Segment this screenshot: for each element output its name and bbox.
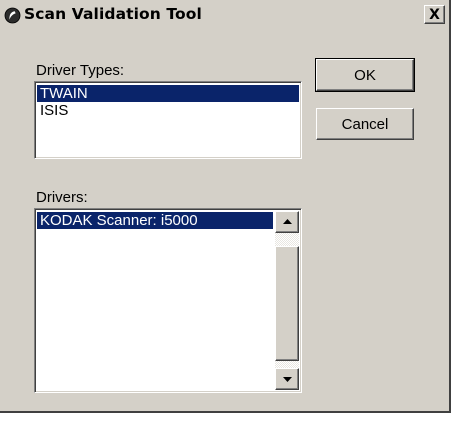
scroll-thumb[interactable] [275, 246, 299, 361]
window-title: Scan Validation Tool [24, 5, 202, 23]
title-bar[interactable]: Scan Validation Tool X [0, 0, 449, 30]
close-icon: X [429, 6, 440, 23]
cancel-button[interactable]: Cancel [316, 108, 414, 140]
scan-validation-dialog: Scan Validation Tool X Driver Types: TWA… [0, 0, 451, 413]
drivers-items: KODAK Scanner: i5000 [35, 209, 301, 229]
scroll-down-button[interactable] [275, 368, 299, 390]
drivers-scrollbar[interactable] [275, 211, 299, 390]
app-logo-icon [4, 7, 21, 24]
ok-button-label: OK [354, 66, 376, 84]
list-item-isis[interactable]: ISIS [37, 102, 299, 119]
arrow-up-icon [282, 219, 292, 224]
close-button[interactable]: X [424, 5, 445, 24]
list-item-twain[interactable]: TWAIN [37, 85, 299, 102]
arrow-down-icon [282, 377, 292, 382]
cancel-button-label: Cancel [341, 115, 389, 133]
ok-button[interactable]: OK [315, 58, 415, 92]
scroll-up-button[interactable] [275, 211, 299, 233]
drivers-listbox[interactable]: KODAK Scanner: i5000 [34, 208, 302, 393]
driver-types-items: TWAIN ISIS [35, 82, 301, 119]
driver-types-label: Driver Types: [36, 62, 125, 79]
list-item-kodak-i5000[interactable]: KODAK Scanner: i5000 [37, 212, 273, 229]
driver-types-listbox[interactable]: TWAIN ISIS [34, 81, 302, 159]
drivers-label: Drivers: [36, 189, 88, 206]
